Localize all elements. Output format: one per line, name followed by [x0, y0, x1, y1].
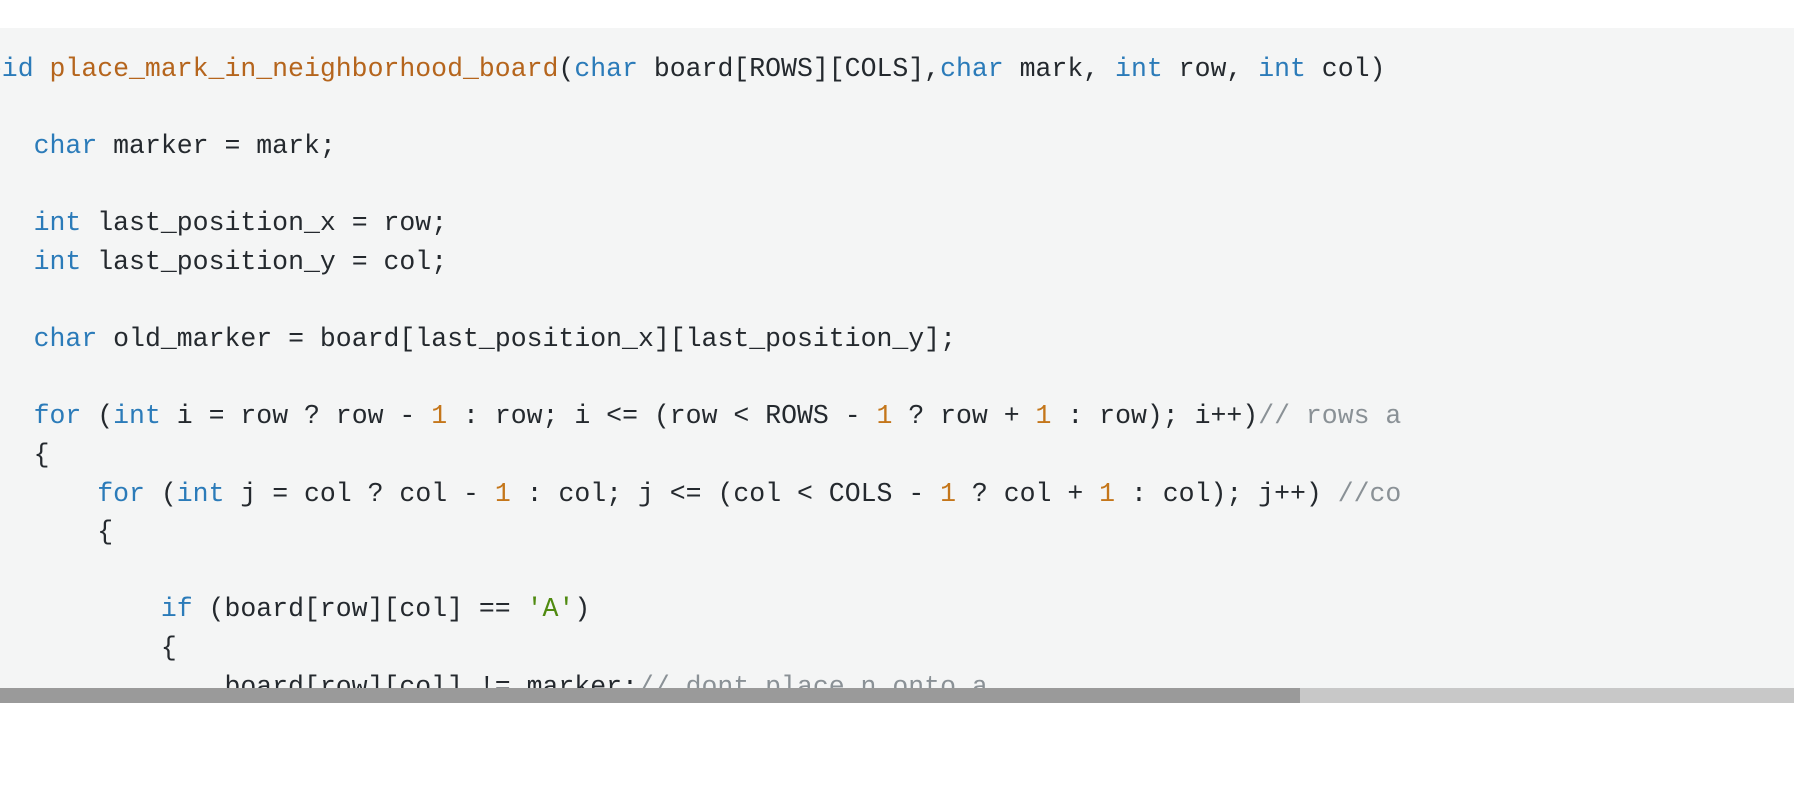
code-token-keyword: for	[33, 401, 82, 432]
code-line[interactable]: {	[0, 89, 1401, 128]
code-token-keyword: char	[940, 54, 1004, 84]
code-token-keyword: for	[97, 478, 145, 509]
code-line[interactable]	[0, 552, 1401, 591]
code-token-text: : col); j++)	[1115, 478, 1338, 509]
horizontal-scrollbar-thumb[interactable]	[0, 688, 1300, 703]
code-token-comment: // rows a	[1258, 401, 1402, 432]
code-token-text: {	[160, 632, 177, 663]
code-editor-pane[interactable]: void place_mark_in_neighborhood_board(ch…	[0, 28, 1794, 688]
code-token-number: 1	[940, 478, 957, 509]
code-line[interactable]: for (int j = col ? col - 1 : col; j <= (…	[0, 475, 1401, 514]
code-token-keyword: int	[1258, 54, 1306, 84]
code-token-number: 1	[876, 401, 893, 432]
code-token-text: (board[row][col] ==	[192, 594, 527, 625]
code-token-char-literal: 'A'	[526, 594, 575, 625]
code-token-text: last_position_y = col;	[81, 246, 448, 277]
code-token-text: (	[81, 401, 114, 432]
code-line[interactable]: {	[0, 629, 1401, 668]
code-token-keyword: int	[1115, 54, 1163, 84]
code-token-comment: // dont place n onto a	[637, 671, 988, 689]
code-token-text: : row); i++)	[1051, 401, 1259, 432]
code-token-comment: //co	[1337, 478, 1402, 509]
code-line[interactable]: void place_mark_in_neighborhood_board(ch…	[0, 50, 1401, 89]
code-token-keyword: int	[113, 401, 161, 432]
code-token-function-name: place_mark_in_neighborhood_board	[49, 54, 559, 84]
code-token-text: old_marker = board[last_position_x][last…	[97, 324, 956, 355]
code-token-text: marker = mark;	[97, 131, 336, 162]
code-line[interactable]: board[row][col] != marker;// dont place …	[0, 668, 1401, 689]
code-token-keyword: char	[33, 131, 98, 162]
code-line[interactable]: for (int i = row ? row - 1 : row; i <= (…	[0, 397, 1402, 436]
code-line[interactable]: char marker = mark;	[0, 127, 1401, 166]
code-line[interactable]	[0, 359, 1401, 398]
code-token-text: )	[574, 594, 591, 625]
code-line[interactable]: int last_position_x = row;	[0, 204, 1401, 243]
code-line[interactable]: char old_marker = board[last_position_x]…	[0, 320, 1401, 359]
code-token-text: col)	[1305, 54, 1386, 84]
top-gutter	[0, 0, 1794, 28]
code-token-text: {	[33, 439, 50, 470]
code-token-text: board[row][col] != marker;	[0, 671, 638, 689]
code-token-keyword: char	[574, 54, 638, 84]
code-line[interactable]: {	[0, 436, 1401, 475]
code-token-number: 1	[1035, 401, 1052, 432]
code-line[interactable]: if (board[row][col] == 'A')	[0, 590, 1401, 629]
code-line[interactable]: int last_position_y = col;	[0, 243, 1401, 282]
code-line[interactable]	[0, 282, 1401, 321]
editor-bottom-area	[0, 688, 1794, 809]
code-token-text: j = col ? col -	[224, 478, 495, 509]
code-token-keyword: int	[176, 478, 225, 509]
code-token-number: 1	[494, 478, 511, 509]
code-line[interactable]: {	[0, 513, 1401, 552]
code-token-text: ? row +	[892, 401, 1036, 432]
code-token-text: (	[558, 54, 575, 84]
code-token-text: : row; i <= (row < ROWS -	[447, 401, 877, 432]
code-token-text: row,	[1162, 54, 1259, 84]
code-token-number: 1	[1099, 478, 1116, 509]
code-viewer-window: void place_mark_in_neighborhood_board(ch…	[0, 0, 1794, 809]
code-token-text: board[ROWS][COLS],	[637, 54, 941, 84]
horizontal-scrollbar-track[interactable]	[0, 688, 1794, 703]
code-surface[interactable]: void place_mark_in_neighborhood_board(ch…	[0, 50, 1401, 688]
code-token-keyword: char	[33, 324, 98, 355]
code-token-text: last_position_x = row;	[81, 208, 448, 239]
code-token-keyword: int	[33, 208, 82, 239]
bottom-filler	[0, 703, 1794, 809]
code-line[interactable]	[0, 166, 1401, 205]
code-token-text: ? col +	[956, 478, 1100, 509]
code-token-keyword: if	[160, 594, 193, 625]
code-token-keyword: int	[33, 246, 82, 277]
code-token-keyword: void	[0, 54, 34, 84]
code-token-text: mark,	[1003, 54, 1116, 84]
code-token-text: (	[144, 478, 177, 509]
code-token-text: : col; j <= (col < COLS -	[510, 478, 941, 509]
code-token-text: {	[97, 517, 114, 548]
code-token-number: 1	[431, 401, 448, 432]
code-token-text: i = row ? row -	[160, 401, 432, 432]
